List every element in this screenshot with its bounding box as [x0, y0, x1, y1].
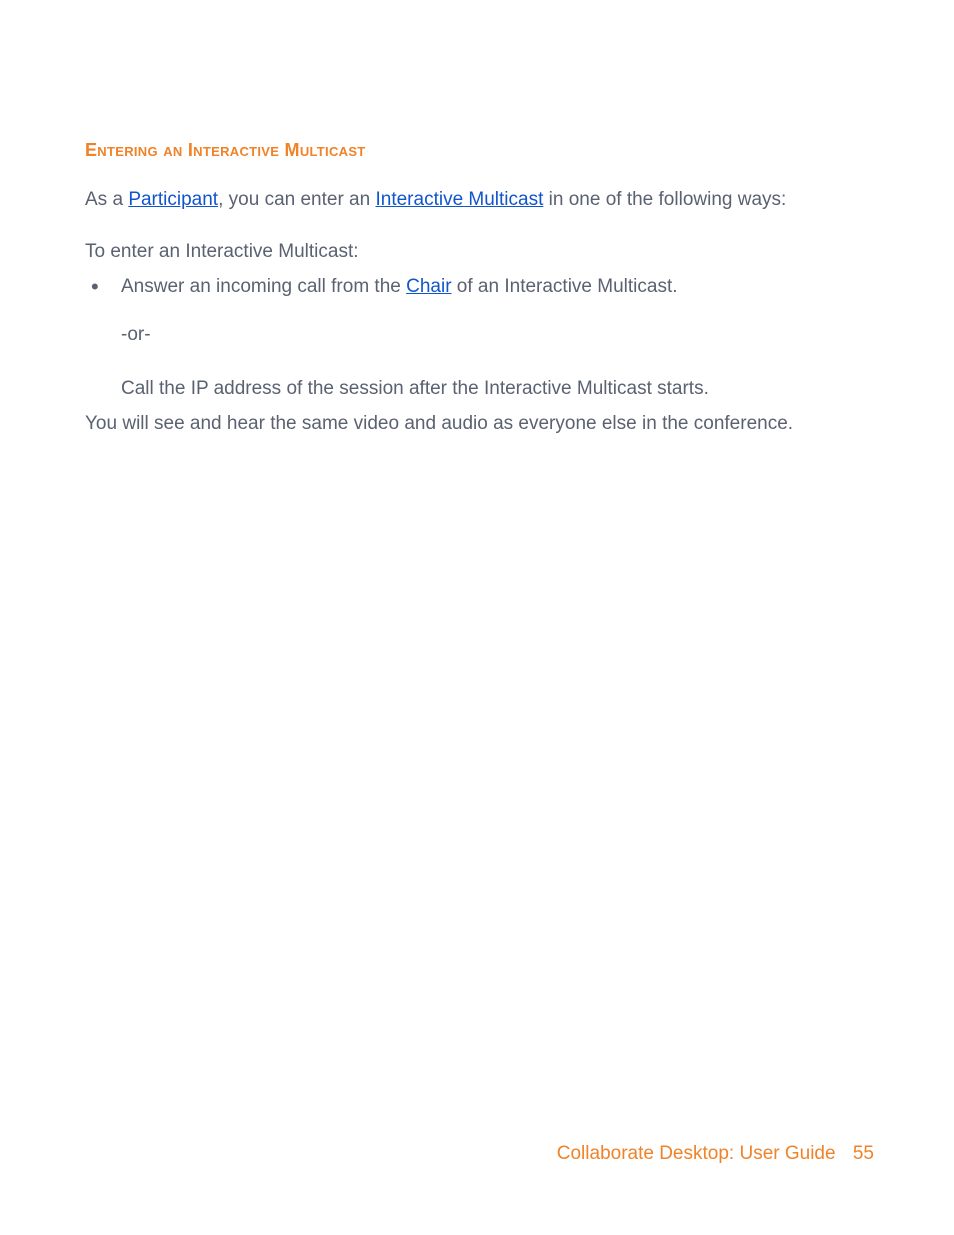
or-separator: -or-: [85, 322, 875, 348]
intro-text-pre: As a: [85, 189, 128, 210]
intro-text-mid: , you can enter an: [218, 189, 375, 210]
bullet-text-pre: Answer an incoming call from the: [121, 276, 406, 297]
interactive-multicast-link[interactable]: Interactive Multicast: [375, 189, 543, 210]
call-ip-line: Call the IP address of the session after…: [85, 376, 875, 402]
section-heading: Entering an Interactive Multicast: [85, 140, 875, 161]
intro-text-post: in one of the following ways:: [543, 189, 786, 210]
participant-link[interactable]: Participant: [128, 189, 218, 210]
bullet-list: Answer an incoming call from the Chair o…: [85, 274, 875, 300]
closing-paragraph: You will see and hear the same video and…: [85, 411, 875, 437]
intro-paragraph: As a Participant, you can enter an Inter…: [85, 187, 875, 213]
page-content: Entering an Interactive Multicast As a P…: [85, 140, 875, 437]
page-footer: Collaborate Desktop: User Guide 55: [557, 1143, 874, 1165]
footer-title: Collaborate Desktop: User Guide: [557, 1143, 836, 1164]
to-enter-line: To enter an Interactive Multicast:: [85, 239, 875, 265]
chair-link[interactable]: Chair: [406, 276, 451, 297]
footer-page-number: 55: [853, 1143, 874, 1164]
bullet-text-post: of an Interactive Multicast.: [452, 276, 678, 297]
list-item: Answer an incoming call from the Chair o…: [85, 274, 875, 300]
